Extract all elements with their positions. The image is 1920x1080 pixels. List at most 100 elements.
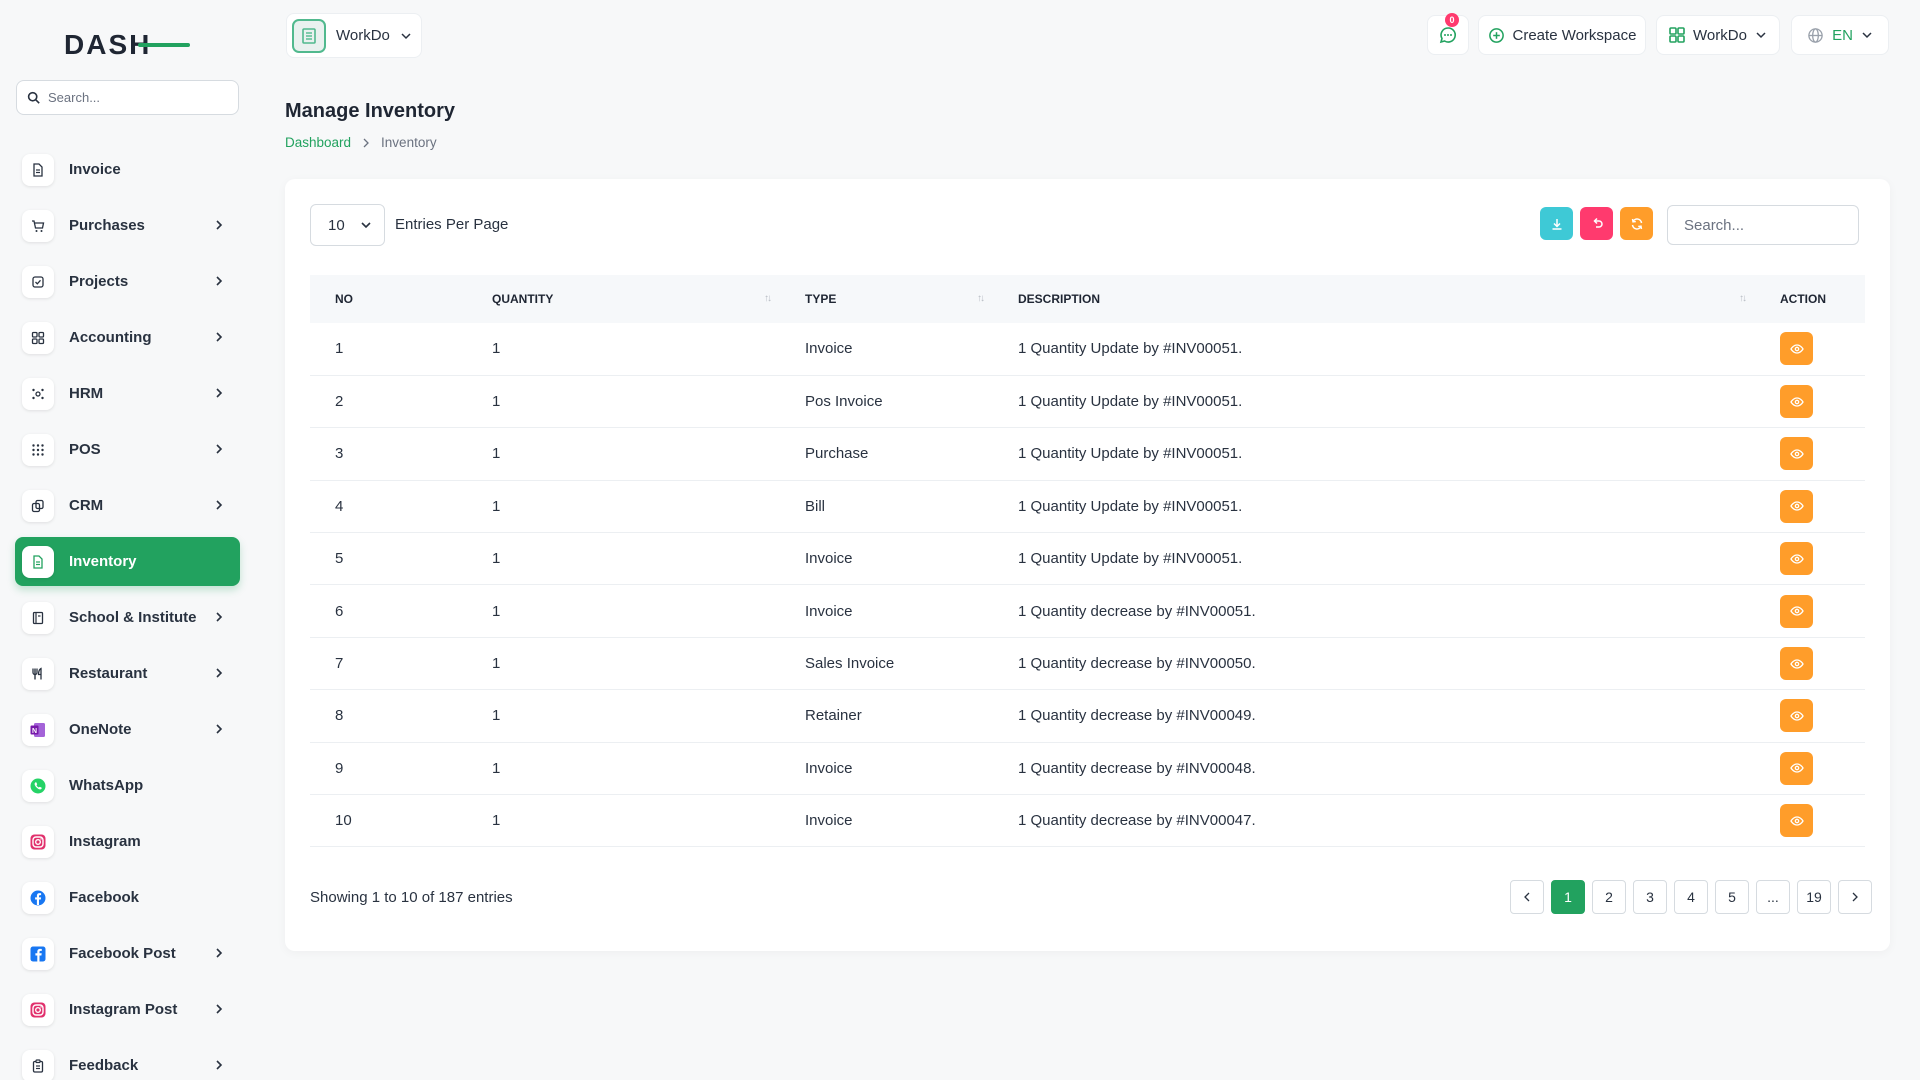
sort-icon: ↑↓: [1739, 293, 1747, 304]
sidebar-item-label: Restaurant: [69, 665, 148, 682]
view-button[interactable]: [1780, 699, 1813, 733]
pagination-page[interactable]: 3: [1633, 880, 1667, 914]
sidebar-item-feedback[interactable]: Feedback: [15, 1041, 240, 1080]
view-button[interactable]: [1780, 489, 1813, 523]
whatsapp-icon: [22, 769, 54, 802]
sidebar-item-projects[interactable]: Projects: [15, 257, 240, 306]
sidebar-item-restaurant[interactable]: Restaurant: [15, 649, 240, 698]
col-no[interactable]: NO: [310, 275, 467, 323]
sidebar-item-label: CRM: [69, 497, 104, 514]
breadcrumb-current: Inventory: [381, 135, 437, 150]
cell-quantity: 1: [492, 655, 501, 673]
pagination-page[interactable]: 1: [1551, 880, 1585, 914]
eye-icon: [1789, 396, 1804, 407]
sidebar-item-label: Facebook Post: [69, 945, 176, 962]
view-button[interactable]: [1780, 647, 1813, 681]
sidebar-item-label: Facebook: [69, 889, 140, 906]
sidebar-item-label: WhatsApp: [69, 777, 144, 794]
sidebar-search-placeholder: Search...: [48, 90, 101, 105]
dash-logo[interactable]: DASH: [64, 28, 190, 62]
cell-action: [1755, 533, 1865, 585]
breadcrumb: Dashboard Inventory: [285, 135, 437, 150]
check-square-icon: [22, 265, 54, 298]
sidebar-item-inventory[interactable]: Inventory: [15, 537, 240, 586]
cell-quantity: 1: [492, 602, 501, 620]
pagination-next-button[interactable]: [1838, 880, 1872, 914]
cell-no: 2: [335, 393, 344, 411]
sidebar-item-school-institute[interactable]: School & Institute: [15, 593, 240, 642]
pagination-page[interactable]: 4: [1674, 880, 1708, 914]
inventory-table: NO QUANTITY ↑↓ TYPE ↑↓ DESCRIPTION ↑↓ ACTIO…: [310, 275, 1865, 847]
col-type[interactable]: TYPE ↑↓: [780, 275, 993, 323]
chevron-right-icon: [213, 1058, 225, 1074]
sidebar-item-whatsapp[interactable]: WhatsApp: [15, 761, 240, 810]
messages-button[interactable]: 0: [1427, 13, 1469, 55]
view-button[interactable]: [1780, 542, 1813, 576]
view-button[interactable]: [1780, 437, 1813, 471]
sidebar-item-onenote[interactable]: N OneNote: [15, 705, 240, 754]
sidebar-item-facebook[interactable]: Facebook: [15, 873, 240, 922]
book-icon: [22, 601, 54, 634]
cell-description: 1 Quantity decrease by #INV00051.: [1018, 602, 1256, 620]
sidebar-item-label: Instagram: [69, 833, 141, 850]
view-button[interactable]: [1780, 804, 1813, 838]
col-type-label: TYPE: [805, 292, 837, 306]
export-button[interactable]: [1540, 207, 1573, 240]
sidebar-item-invoice[interactable]: Invoice: [15, 145, 240, 194]
showing-entries-text: Showing 1 to 10 of 187 entries: [310, 889, 513, 906]
cell-type: Invoice: [805, 340, 853, 358]
company-switcher[interactable]: WorkDo: [1656, 15, 1780, 55]
cell-type: Sales Invoice: [805, 655, 895, 673]
sidebar-item-crm[interactable]: CRM: [15, 481, 240, 530]
cell-description: 1 Quantity decrease by #INV00050.: [1018, 655, 1256, 673]
sidebar-item-pos[interactable]: POS: [15, 425, 240, 474]
breadcrumb-dashboard[interactable]: Dashboard: [285, 135, 351, 150]
inventory-card: 10 Entries Per Page NO QUANTITY ↑↓ TYPE ↑↓…: [285, 179, 1890, 951]
table-row: 5 1 Invoice 1 Quantity Update by #INV00051.: [310, 533, 1865, 585]
col-quantity[interactable]: QUANTITY ↑↓: [467, 275, 780, 323]
table-search-input[interactable]: [1667, 205, 1859, 245]
cell-no: 10: [335, 812, 352, 830]
table-header-row: NO QUANTITY ↑↓ TYPE ↑↓ DESCRIPTION ↑↓ ACTIO…: [310, 275, 1865, 323]
sidebar-item-facebook-post[interactable]: Facebook Post: [15, 929, 240, 978]
table-row: 1 1 Invoice 1 Quantity Update by #INV00051.: [310, 323, 1865, 376]
sidebar-item-label: OneNote: [69, 721, 132, 738]
view-button[interactable]: [1780, 751, 1813, 785]
sidebar-search[interactable]: Search...: [16, 80, 239, 115]
sidebar-item-accounting[interactable]: Accounting: [15, 313, 240, 362]
globe-icon: [1808, 27, 1823, 43]
workspace-switcher[interactable]: WorkDo: [286, 13, 422, 58]
download-icon: [1552, 218, 1561, 230]
cell-no: 9: [335, 759, 344, 777]
entries-per-page-select[interactable]: 10: [310, 204, 385, 246]
pagination-page[interactable]: 2: [1592, 880, 1626, 914]
cell-action: [1755, 375, 1865, 427]
view-button[interactable]: [1780, 594, 1813, 628]
sidebar-item-instagram[interactable]: Instagram: [15, 817, 240, 866]
sidebar-item-purchases[interactable]: Purchases: [15, 201, 240, 250]
sidebar-item-instagram-post[interactable]: Instagram Post: [15, 985, 240, 1034]
cell-action: [1755, 428, 1865, 480]
pagination-page[interactable]: 5: [1715, 880, 1749, 914]
pagination-page[interactable]: 19: [1797, 880, 1831, 914]
chevron-right-icon: [213, 722, 225, 738]
cell-no: 4: [335, 497, 344, 515]
col-description[interactable]: DESCRIPTION ↑↓: [993, 275, 1755, 323]
chevron-down-icon: [401, 32, 411, 39]
sidebar-item-label: Feedback: [69, 1057, 139, 1074]
view-button[interactable]: [1780, 332, 1813, 366]
facebook-icon: [22, 881, 54, 914]
table-row: 2 1 Pos Invoice 1 Quantity Update by #INV00…: [310, 375, 1865, 428]
eye-icon: [1789, 763, 1804, 773]
create-workspace-button[interactable]: Create Workspace: [1478, 15, 1646, 55]
file-icon: [22, 153, 54, 186]
view-button[interactable]: [1780, 385, 1813, 419]
sidebar-item-label: Instagram Post: [69, 1001, 178, 1018]
cell-type: Invoice: [805, 550, 853, 568]
reset-button[interactable]: [1580, 207, 1613, 240]
sidebar-item-hrm[interactable]: HRM: [15, 369, 240, 418]
refresh-button[interactable]: [1620, 207, 1653, 240]
pagination-prev-button[interactable]: [1510, 880, 1544, 914]
eye-icon: [1789, 449, 1804, 459]
language-switcher[interactable]: EN: [1791, 15, 1889, 55]
